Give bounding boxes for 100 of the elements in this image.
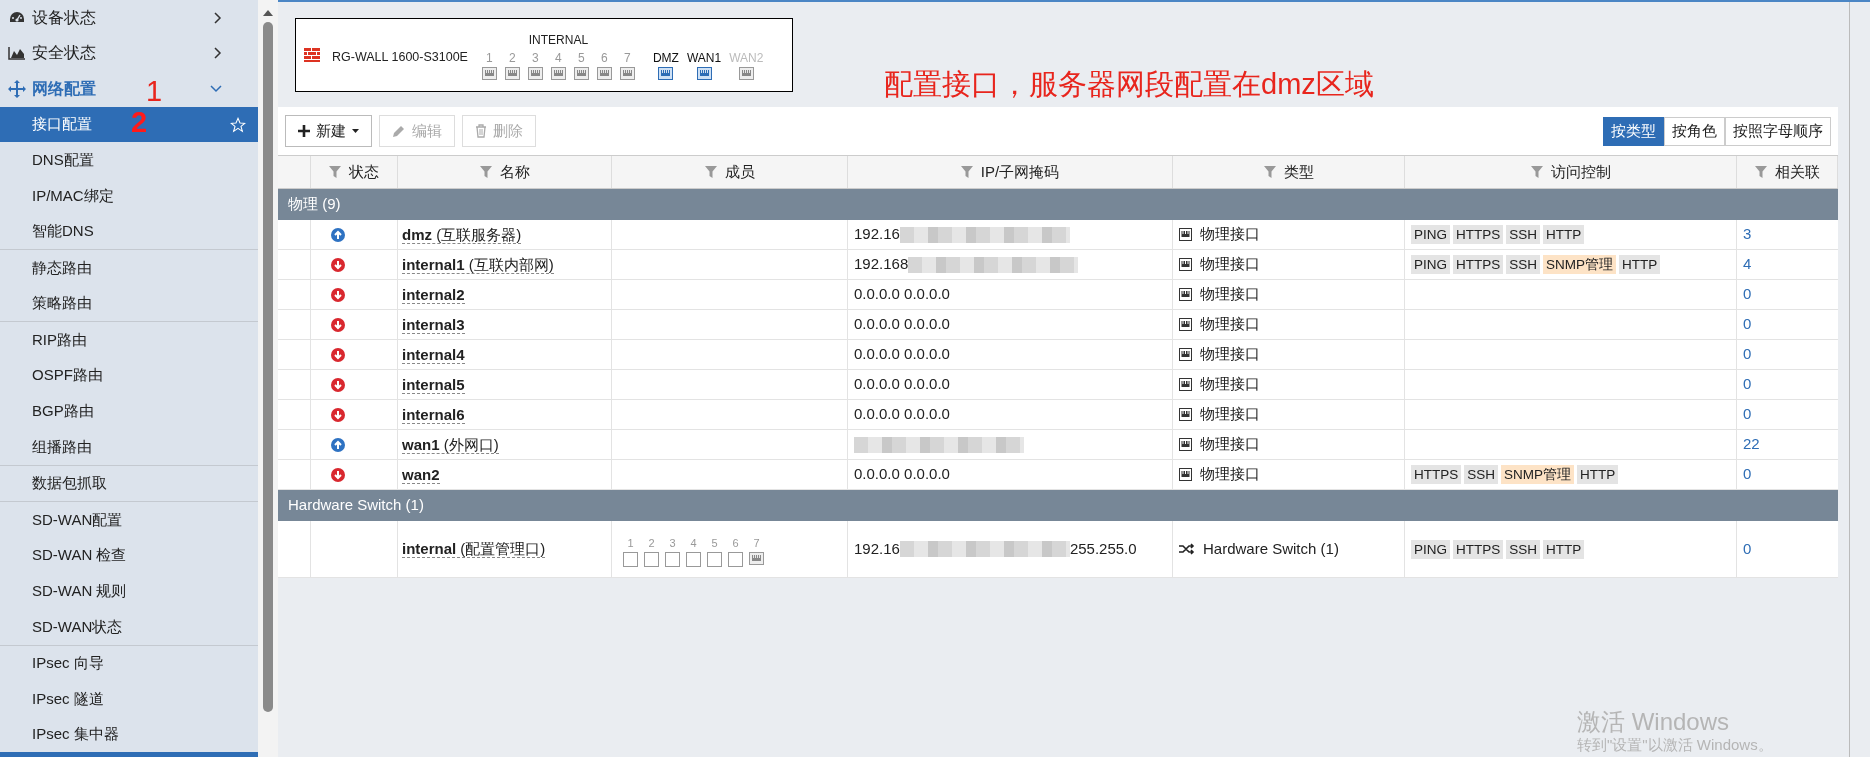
interface-name-link[interactable]: internal6 [402,405,465,424]
table-row[interactable]: internal1 (互联内部网) 192.168 物理接口 PING HTTPS SSH SNMP管理 HTTP 4 [278,250,1838,280]
sidebar-item[interactable]: SD-WAN状态 [0,609,258,645]
port-label: 4 [555,49,562,67]
interface-type: 物理接口 [1200,434,1260,455]
reference-count-link[interactable]: 3 [1743,223,1752,246]
access-tag: HTTPS [1453,255,1504,274]
sidebar-item[interactable]: SD-WAN配置 [0,502,258,538]
table-row[interactable]: wan1 (外网口) 物理接口 22 [278,430,1838,460]
trash-icon [475,124,487,138]
table-row[interactable]: internal4 0.0.0.0 0.0.0.0 物理接口 0 [278,340,1838,370]
sidebar-item[interactable]: 智能DNS [0,213,258,250]
sidebar-item[interactable]: 静态路由 [0,250,258,286]
reference-count-link[interactable]: 4 [1743,253,1752,276]
sidebar-item[interactable]: SD-WAN 规则 [0,573,258,610]
sidebar-item[interactable]: 数据包抓取 [0,465,258,502]
annotation-text: 1 [146,76,163,106]
sidebar-item[interactable]: 策略路由 [0,285,258,322]
interface-type: 物理接口 [1200,464,1260,485]
interface-name-link[interactable]: internal5 [402,375,465,394]
interface-name-link[interactable]: internal3 [402,315,465,334]
view-tab[interactable]: 按照字母顺序 [1725,116,1831,146]
table-row[interactable]: internal5 0.0.0.0 0.0.0.0 物理接口 0 [278,370,1838,400]
column-header[interactable]: IP/子网掩码 [848,156,1173,188]
annotation-text: 2 [131,107,148,137]
column-header[interactable]: 名称 [398,156,612,188]
sidebar-item[interactable]: 组播路由 [0,429,258,465]
filter-icon [1530,166,1543,178]
table-row[interactable]: dmz (互联服务器) 192.16 物理接口 PING HTTPS SSH HTTP 3 [278,220,1838,250]
access-tag: HTTP [1577,465,1619,484]
column-header[interactable]: 相关联 [1737,156,1838,188]
sidebar-item[interactable]: IP/MAC绑定 [0,177,258,214]
port-label: 3 [532,49,539,67]
ethernet-port-icon [1179,228,1192,241]
column-header[interactable]: 成员 [612,156,848,188]
scrollbar[interactable] [258,0,278,757]
ethernet-port-icon [1179,378,1192,391]
group-header[interactable]: 物理 (9) [278,189,1838,220]
shuffle-icon [1179,543,1195,555]
interface-type: 物理接口 [1200,344,1260,365]
column-header[interactable]: 类型 [1173,156,1405,188]
table-row[interactable]: internal6 0.0.0.0 0.0.0.0 物理接口 0 [278,400,1838,430]
interface-name-link[interactable]: internal1 (互联内部网) [402,255,554,274]
sidebar-item[interactable]: RIP路由 [0,322,258,358]
access-tag: SNMP管理 [1543,255,1617,274]
table-row[interactable]: internal3 0.0.0.0 0.0.0.0 物理接口 0 [278,310,1838,340]
access-tag: PING [1411,255,1450,274]
sidebar-menu[interactable]: 网络配置 [32,77,96,101]
interface-name-link[interactable]: wan2 [402,465,440,484]
ip-address: 0.0.0.0 0.0.0.0 [854,374,950,395]
reference-count-link[interactable]: 0 [1743,537,1752,561]
access-tag: HTTP [1543,225,1585,244]
interface-name-link[interactable]: wan1 (外网口) [402,435,499,454]
table-row[interactable]: internal (配置管理口) 1 2 3 4 5 6 7 192.16 255.255.0 Hardware Switch (1) PING HTTPS SSH HTTP 0 [278,521,1838,578]
ip-address: 255.255.0 [1069,538,1137,559]
interface-name-link[interactable]: internal2 [402,285,465,304]
view-tab[interactable]: 按类型 [1603,116,1664,146]
reference-count-link[interactable]: 0 [1743,343,1752,366]
port-label: 7 [624,49,631,67]
interface-name-link[interactable]: internal4 [402,345,465,364]
interface-type: 物理接口 [1200,404,1260,425]
sidebar-item[interactable]: BGP路由 [0,393,258,430]
access-tag: HTTPS [1411,465,1462,484]
reference-count-link[interactable]: 0 [1743,313,1752,336]
area-chart-icon [8,46,26,61]
ip-address: 192.16 [854,224,900,245]
port-group-label: INTERNAL [527,31,590,49]
toolbar-button[interactable]: 新建 [285,115,372,147]
access-tag: HTTPS [1453,539,1504,559]
interface-name-link[interactable]: dmz (互联服务器) [402,225,522,244]
reference-count-link[interactable]: 0 [1743,373,1752,396]
column-header[interactable]: 访问控制 [1405,156,1737,188]
interface-name-link[interactable]: internal (配置管理口) [402,540,546,558]
ethernet-port-icon [1179,468,1192,481]
activation-title: 激活 Windows [1577,708,1731,736]
access-tag: HTTP [1543,539,1585,559]
port-label: 5 [711,536,718,552]
sidebar-item[interactable]: SD-WAN 检查 [0,537,258,574]
filter-icon [1263,166,1276,178]
ip-address: 0.0.0.0 0.0.0.0 [854,284,950,305]
reference-count-link[interactable]: 22 [1743,433,1760,456]
reference-count-link[interactable]: 0 [1743,463,1752,486]
view-tab[interactable]: 按角色 [1664,116,1725,146]
sidebar-item[interactable]: IPsec 向导 [0,645,258,682]
sidebar-item[interactable]: OSPF路由 [0,357,258,394]
sidebar-item[interactable]: IPsec 集中器 [0,716,258,753]
sidebar-menu[interactable]: 设备状态 [32,5,96,30]
interface-type: 物理接口 [1200,314,1260,335]
reference-count-link[interactable]: 0 [1743,283,1752,306]
column-header[interactable]: 状态 [311,156,398,188]
table-row[interactable]: internal2 0.0.0.0 0.0.0.0 物理接口 0 [278,280,1838,310]
ethernet-port-icon [1179,348,1192,361]
reference-count-link[interactable]: 0 [1743,403,1752,426]
access-tag: SNMP管理 [1501,465,1575,484]
port-label: 6 [601,49,608,67]
sidebar-item[interactable]: IPsec 隧道 [0,681,258,717]
group-header[interactable]: Hardware Switch (1) [278,490,1838,521]
sidebar-menu[interactable]: 安全状态 [32,41,96,66]
sidebar-item[interactable]: DNS配置 [0,142,258,178]
access-tag: SSH [1506,225,1541,244]
